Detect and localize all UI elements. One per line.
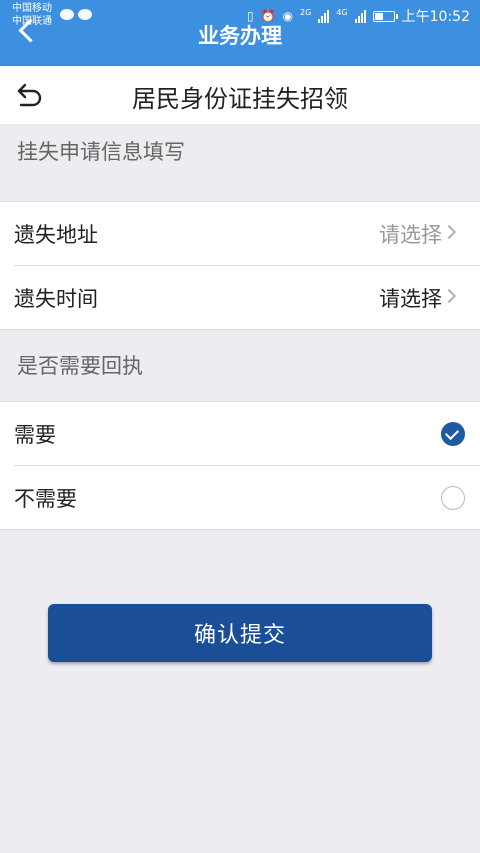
chevron-right-icon [441, 288, 457, 304]
loss-address-label: 遗失地址 [14, 223, 98, 247]
loss-time-label: 遗失时间 [14, 287, 98, 311]
loss-info-group: 遗失地址 请选择 遗失时间 请选择 [0, 201, 480, 330]
loss-address-row[interactable]: 遗失地址 请选择 [0, 202, 480, 265]
radio-checked-icon[interactable] [441, 422, 465, 446]
submit-button[interactable]: 确认提交 [48, 604, 432, 662]
page-title: 居民身份证挂失招领 [132, 85, 348, 113]
receipt-option-need[interactable]: 需要 [0, 402, 480, 465]
receipt-option-label: 不需要 [14, 487, 77, 511]
app-bar: 业务办理 [0, 18, 480, 66]
radio-unchecked-icon[interactable] [441, 486, 465, 510]
chevron-right-icon [441, 224, 457, 240]
receipt-option-label: 需要 [14, 423, 56, 447]
section-label-receipt: 是否需要回执 [17, 354, 143, 378]
notification-icons [60, 9, 92, 20]
page-header: 居民身份证挂失招领 [0, 66, 480, 124]
network-type-b: 4G [336, 7, 348, 17]
message-icon [78, 9, 92, 20]
carrier-1: 中国移动 [12, 3, 52, 14]
loss-time-value: 请选择 [379, 287, 442, 311]
receipt-group: 需要 不需要 [0, 401, 480, 530]
section-label-application: 挂失申请信息填写 [17, 140, 185, 164]
app-bar-title: 业务办理 [198, 24, 282, 48]
wechat-icon [60, 9, 74, 20]
network-type-a: 2G [300, 7, 312, 17]
loss-time-row[interactable]: 遗失时间 请选择 [14, 265, 480, 329]
receipt-option-no-need[interactable]: 不需要 [14, 465, 480, 529]
loss-address-value: 请选择 [379, 223, 442, 247]
